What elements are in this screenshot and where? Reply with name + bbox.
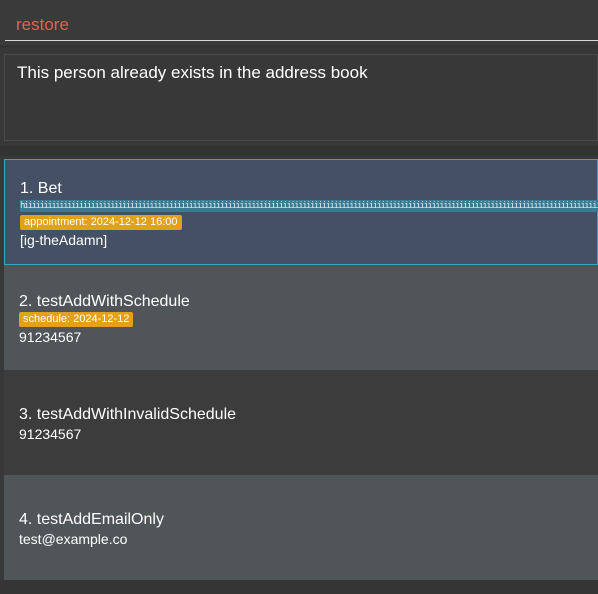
person-name: 2. testAddWithSchedule	[19, 293, 190, 310]
result-display: This person already exists in the addres…	[4, 54, 598, 141]
person-card[interactable]: 3. testAddWithInvalidSchedule 91234567	[4, 370, 598, 475]
result-message: This person already exists in the addres…	[17, 63, 368, 82]
person-phone: 91234567	[19, 426, 82, 442]
person-name: 3. testAddWithInvalidSchedule	[19, 406, 237, 423]
person-card[interactable]: 4. testAddEmailOnly test@example.co	[4, 475, 598, 580]
person-social: [ig-theAdamn]	[20, 232, 108, 248]
person-card[interactable]: 1. Bet hiiiiiiiiiiiiiiiiiiiiiiiiiiiiiiii…	[4, 159, 598, 265]
person-phone: 91234567	[19, 329, 82, 345]
divider	[0, 146, 598, 156]
schedule-badge: schedule: 2024-12-12	[19, 312, 134, 327]
command-box: restore	[0, 0, 598, 47]
person-list[interactable]: 1. Bet hiiiiiiiiiiiiiiiiiiiiiiiiiiiiiiii…	[4, 159, 598, 580]
person-name: 4. testAddEmailOnly	[19, 511, 164, 528]
person-name: 1. Bet	[20, 180, 62, 197]
person-tag: hiiiiiiiiiiiiiiiiiiiiiiiiiiiiiiiiiiiiiii…	[20, 200, 598, 212]
person-card[interactable]: 2. testAddWithSchedule schedule: 2024-12…	[4, 265, 598, 370]
list-footer	[0, 580, 598, 594]
person-email: test@example.co	[19, 531, 128, 547]
command-text: restore	[16, 15, 69, 34]
command-input[interactable]: restore	[5, 2, 598, 41]
appointment-badge: appointment: 2024-12-12 16:00	[20, 215, 182, 230]
